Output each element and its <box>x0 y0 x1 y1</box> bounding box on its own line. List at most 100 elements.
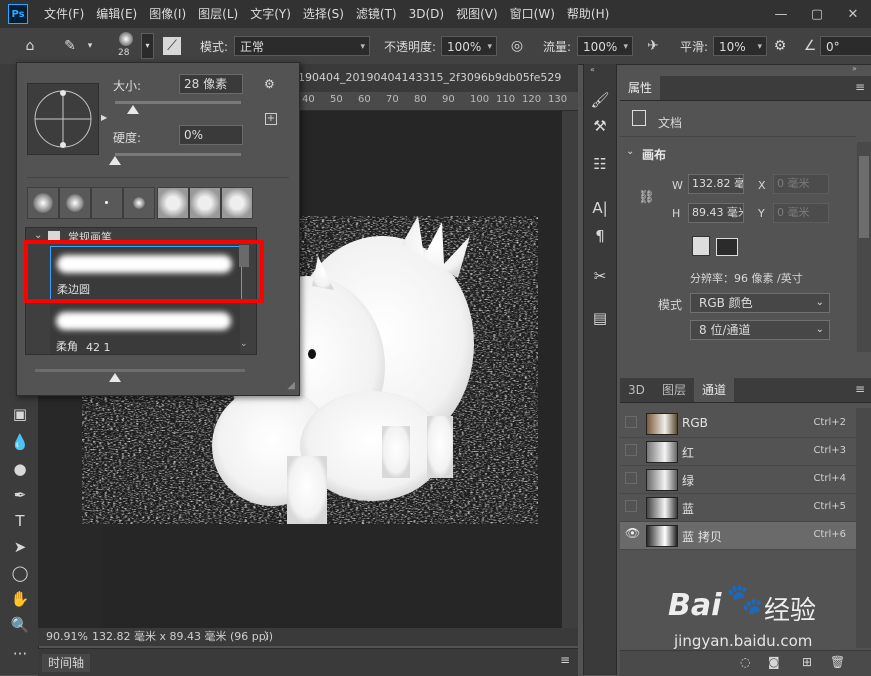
collapse-panels-icon[interactable]: » <box>852 64 857 73</box>
dodge-tool-icon[interactable]: ● <box>9 459 31 479</box>
hand-tool-icon[interactable]: ✋ <box>9 589 31 609</box>
tab-3d[interactable]: 3D <box>620 378 653 402</box>
flow-input[interactable]: 100% ▾ <box>577 36 633 56</box>
layer-comps-icon[interactable]: ▤ <box>590 308 610 328</box>
brush-angle-preview[interactable] <box>27 83 99 155</box>
smoothing-options-icon[interactable]: ⚙ <box>770 36 790 56</box>
channel-row-blue-copy[interactable]: 👁 蓝 拷贝 Ctrl+6 <box>620 522 856 550</box>
brush-settings-panel-icon[interactable]: ⟋ <box>163 37 181 55</box>
pressure-opacity-icon[interactable]: ◎ <box>507 36 527 56</box>
tab-layers[interactable]: 图层 <box>654 378 694 402</box>
more-tools-icon[interactable]: ··· <box>9 644 31 664</box>
chevron-down-icon[interactable]: ⌄ <box>240 339 248 349</box>
canvas-vertical-scrollbar[interactable] <box>562 110 578 630</box>
channel-row-red[interactable]: 红 Ctrl+3 <box>620 438 856 466</box>
visibility-toggle[interactable] <box>625 500 637 512</box>
x-field[interactable]: 0 毫米 <box>773 174 829 194</box>
visibility-toggle[interactable] <box>625 444 637 456</box>
brush-tool-icon[interactable]: ✎ <box>60 36 80 56</box>
panel-menu-icon[interactable]: ≡ <box>855 382 865 396</box>
eye-icon[interactable]: 👁 <box>625 527 640 540</box>
new-preset-icon[interactable]: + <box>265 113 277 125</box>
portrait-orientation-icon[interactable] <box>692 236 710 256</box>
gradient-tool-icon[interactable]: ▣ <box>9 404 31 424</box>
brush-preset-button[interactable]: 28 <box>112 30 140 60</box>
visibility-toggle[interactable] <box>625 472 637 484</box>
zoom-level[interactable]: 90.91% <box>46 628 88 646</box>
menu-type[interactable]: 文字(Y) <box>244 0 297 28</box>
menu-3d[interactable]: 3D(D) <box>403 0 450 28</box>
minimize-icon[interactable]: — <box>763 0 799 28</box>
hardness-slider[interactable] <box>115 153 241 156</box>
tab-channels[interactable]: 通道 <box>694 378 735 402</box>
menu-image[interactable]: 图像(I) <box>143 0 192 28</box>
channel-row-rgb[interactable]: RGB Ctrl+2 <box>620 410 856 438</box>
path-selection-tool-icon[interactable]: ➤ <box>9 537 31 557</box>
hardness-slider-thumb[interactable] <box>109 156 121 165</box>
canvas-section-title[interactable]: 画布 <box>642 146 666 163</box>
panel-menu-icon[interactable]: ≡ <box>560 653 570 667</box>
width-field[interactable]: 132.82 毫 <box>688 174 744 194</box>
brush-picker-toggle[interactable]: ▾ <box>141 33 154 59</box>
close-icon[interactable]: ✕ <box>835 0 871 28</box>
chevron-down-icon[interactable]: ⌄ <box>626 146 634 157</box>
home-icon[interactable]: ⌂ <box>20 36 40 56</box>
gear-icon[interactable]: ⚙ <box>264 77 275 91</box>
hardness-input[interactable]: 0% <box>179 125 243 145</box>
properties-scrollbar[interactable] <box>857 142 871 352</box>
status-menu-arrow-icon[interactable]: 〉 <box>264 628 275 646</box>
resize-grip-icon[interactable]: ◢ <box>287 380 295 391</box>
link-icon[interactable]: ⛓ <box>638 190 655 205</box>
size-input[interactable]: 28 像素 <box>179 74 243 94</box>
channel-row-blue[interactable]: 蓝 Ctrl+5 <box>620 494 856 522</box>
tab-properties[interactable]: 属性 <box>620 76 661 100</box>
visibility-toggle[interactable] <box>625 416 637 428</box>
collapse-icon[interactable]: « <box>590 65 595 74</box>
panel-menu-icon[interactable]: ≡ <box>855 80 865 94</box>
recent-brush-dot[interactable] <box>91 187 123 219</box>
ellipse-tool-icon[interactable]: ◯ <box>9 563 31 583</box>
mode-select[interactable]: 正常 ▾ <box>234 36 370 56</box>
recent-brush-soft[interactable] <box>27 187 59 219</box>
properties-scrollbar-thumb[interactable] <box>859 156 869 238</box>
menu-layer[interactable]: 图层(L) <box>192 0 244 28</box>
menu-help[interactable]: 帮助(H) <box>561 0 615 28</box>
menu-select[interactable]: 选择(S) <box>297 0 350 28</box>
menu-window[interactable]: 窗口(W) <box>504 0 561 28</box>
blur-tool-icon[interactable]: 💧 <box>9 432 31 452</box>
angle-input[interactable]: 0° <box>820 36 871 56</box>
character-icon[interactable]: A| <box>590 198 610 218</box>
recent-brush-soft-small[interactable] <box>59 187 91 219</box>
zoom-tool-icon[interactable]: 🔍 <box>9 615 31 635</box>
document-tab[interactable]: 190404_20190404143315_2f3096b9db05fe529 <box>290 64 578 92</box>
y-field[interactable]: 0 毫米 <box>773 203 829 223</box>
smoothing-input[interactable]: 10% ▾ <box>713 36 767 56</box>
opacity-input[interactable]: 100% ▾ <box>441 36 497 56</box>
maximize-icon[interactable]: ▢ <box>799 0 835 28</box>
recent-brush-texture-1[interactable] <box>157 187 189 219</box>
size-slider-thumb[interactable] <box>126 105 139 114</box>
landscape-orientation-icon[interactable] <box>716 238 738 256</box>
size-slider[interactable] <box>115 101 241 104</box>
height-field[interactable]: 89.43 毫米 <box>688 203 744 223</box>
menu-filter[interactable]: 滤镜(T) <box>350 0 403 28</box>
timeline-tab[interactable]: 时间轴 <box>42 654 91 672</box>
menu-file[interactable]: 文件(F) <box>38 0 90 28</box>
menu-view[interactable]: 视图(V) <box>450 0 504 28</box>
chevron-down-icon[interactable]: ▾ <box>84 36 96 56</box>
paragraph-icon[interactable]: ¶ <box>590 226 610 246</box>
bit-depth-select[interactable]: 8 位/通道 ⌄ <box>690 320 830 340</box>
brush-settings-icon[interactable]: 🖌 <box>590 90 610 110</box>
type-tool-icon[interactable]: T <box>9 511 31 531</box>
tools-icon[interactable]: ✂ <box>590 266 610 286</box>
recent-brush-texture-3[interactable] <box>221 187 253 219</box>
recent-brush-medium[interactable] <box>123 187 155 219</box>
clone-source-icon[interactable]: ☷ <box>590 154 610 174</box>
brush-soft-corner[interactable]: 柔角 42 1 <box>50 304 240 354</box>
brush-preview-size-slider[interactable] <box>35 369 245 372</box>
color-mode-select[interactable]: RGB 颜色 ⌄ <box>690 293 830 313</box>
pen-tool-icon[interactable]: ✒ <box>9 485 31 505</box>
tool-presets-icon[interactable]: ⚒ <box>590 116 610 136</box>
menu-edit[interactable]: 编辑(E) <box>90 0 143 28</box>
airbrush-icon[interactable]: ✈ <box>643 36 663 56</box>
